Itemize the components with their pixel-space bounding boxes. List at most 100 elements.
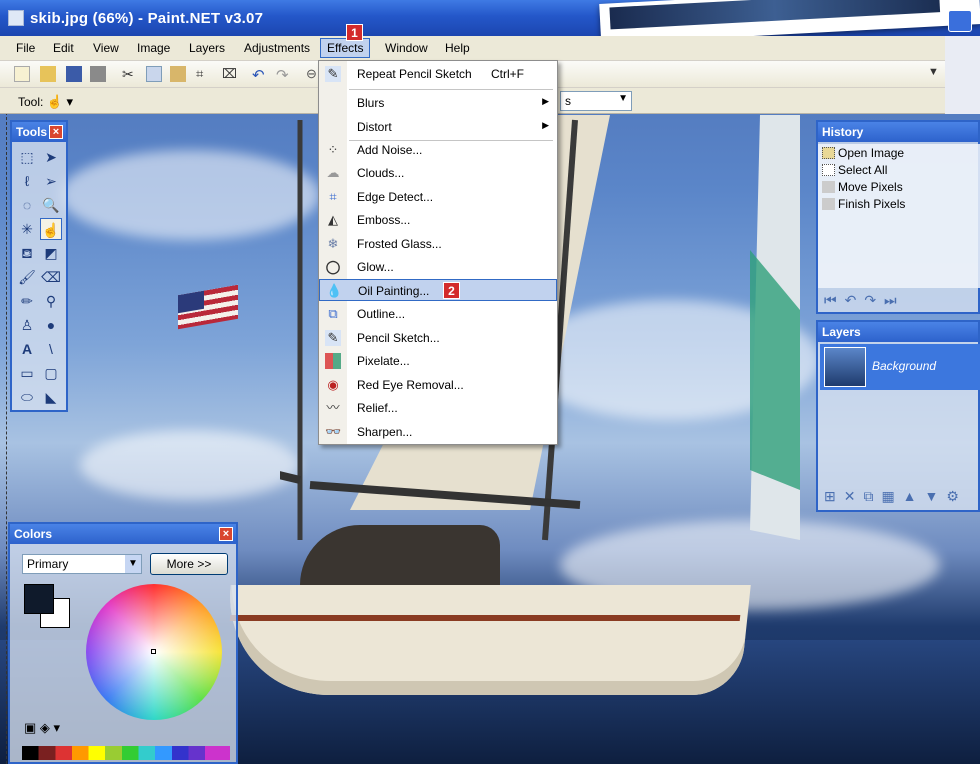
zoom-dropdown[interactable]: s ▼ — [560, 91, 632, 111]
menu-blurs[interactable]: Blurs ▶ — [319, 92, 557, 114]
open-icon[interactable] — [40, 66, 56, 82]
menu-repeat-pencil-sketch[interactable]: ✎ Repeat Pencil Sketch Ctrl+F — [319, 63, 557, 85]
print-icon[interactable] — [90, 66, 106, 82]
menu-pixelate[interactable]: Pixelate... — [319, 350, 557, 372]
colors-panel-title: Colors — [14, 527, 53, 541]
menu-file[interactable]: File — [16, 41, 35, 55]
history-item[interactable]: Finish Pixels — [822, 197, 905, 211]
ellipse-select-icon[interactable]: ◌ — [16, 194, 38, 216]
layers-panel: Layers Background ⊞✕⧉▦▲▼⚙ — [816, 320, 980, 512]
palette-menu-icon[interactable]: ▣ ◈ ▾ — [24, 720, 60, 736]
menu-outline[interactable]: ⧉ Outline... — [319, 303, 557, 325]
text-icon[interactable]: A — [16, 338, 38, 360]
menu-distort[interactable]: Distort ▶ — [319, 116, 557, 138]
ellipse-icon[interactable]: ⬭ — [16, 386, 38, 408]
crop-icon[interactable]: ⌗ — [196, 66, 212, 82]
menu-red-eye-removal[interactable]: ◉ Red Eye Removal... — [319, 374, 557, 396]
history-item[interactable]: Move Pixels — [822, 180, 903, 194]
menu-adjustments[interactable]: Adjustments — [244, 41, 310, 55]
menu-emboss[interactable]: ◭ Emboss... — [319, 209, 557, 231]
menu-oil-painting[interactable]: 💧 Oil Painting... — [319, 279, 557, 301]
layers-controls[interactable]: ⊞✕⧉▦▲▼⚙ — [824, 488, 967, 505]
history-item[interactable]: Open Image — [822, 146, 904, 160]
menu-layers[interactable]: Layers — [189, 41, 225, 55]
pixelate-icon — [325, 353, 341, 369]
new-icon[interactable] — [14, 66, 30, 82]
toolbar-overflow-icon[interactable]: ▼ — [928, 66, 944, 82]
pencil-sketch-icon: ✎ — [325, 330, 341, 346]
move-pixels-icon — [822, 181, 835, 193]
noise-icon: ⁘ — [327, 142, 339, 157]
freeform-shape-icon[interactable]: ◣ — [40, 386, 62, 408]
move-selection-icon[interactable]: ➤ — [40, 146, 62, 168]
color-picker-icon[interactable]: ⚲ — [40, 290, 62, 312]
menu-glow[interactable]: ◯ Glow... — [319, 256, 557, 278]
history-item[interactable]: Select All — [822, 163, 887, 177]
tools-panel-title: Tools — [16, 125, 48, 139]
menu-image[interactable]: Image — [137, 41, 170, 55]
menu-edit[interactable]: Edit — [53, 41, 74, 55]
deselect-icon[interactable]: ⌧ — [222, 66, 238, 82]
copy-icon[interactable] — [146, 66, 162, 82]
close-icon[interactable]: × — [49, 125, 63, 139]
window-button[interactable] — [948, 10, 972, 32]
pan-tool-icon[interactable]: ☝ ▾ — [47, 94, 73, 109]
save-icon[interactable] — [66, 66, 82, 82]
clone-stamp-icon[interactable]: ♙ — [16, 314, 38, 336]
recolor-icon[interactable]: ● — [40, 314, 62, 336]
pencil-sketch-icon: ✎ — [325, 66, 341, 82]
right-panel-strip — [945, 36, 980, 114]
eraser-icon[interactable]: ⌫ — [40, 266, 62, 288]
color-palette-strip[interactable] — [22, 746, 230, 760]
menu-clouds[interactable]: ☁ Clouds... — [319, 162, 557, 184]
sharpen-icon: 👓 — [325, 424, 342, 439]
menu-pencil-sketch[interactable]: ✎ Pencil Sketch... — [319, 327, 557, 349]
menu-edge-detect[interactable]: ⌗ Edge Detect... — [319, 186, 557, 208]
more-button[interactable]: More >> — [150, 553, 228, 575]
menu-view[interactable]: View — [93, 41, 119, 55]
redo-icon[interactable]: ↷ — [276, 66, 292, 84]
history-panel: History Open Image Select All Move Pixel… — [816, 120, 980, 314]
history-list: Open Image Select All Move Pixels Finish… — [818, 144, 980, 288]
menu-help[interactable]: Help — [445, 41, 470, 55]
rounded-rectangle-icon[interactable]: ▢ — [40, 362, 62, 384]
paint-bucket-icon[interactable]: ⛾ — [16, 242, 38, 264]
gradient-icon[interactable]: ◩ — [40, 242, 62, 264]
rectangle-select-icon[interactable]: ⬚ — [16, 146, 38, 168]
menu-sharpen[interactable]: 👓 Sharpen... — [319, 421, 557, 443]
history-controls[interactable]: ⏮↶↷⏭ — [824, 292, 905, 309]
callout-1: 1 — [346, 24, 363, 41]
layers-panel-title: Layers — [822, 325, 861, 339]
pencil-icon[interactable]: ✏ — [16, 290, 38, 312]
open-image-icon — [822, 147, 835, 159]
layer-thumbnail — [824, 347, 866, 387]
menu-bar: File Edit View Image Layers Adjustments … — [0, 36, 945, 61]
effects-menu: ✎ Repeat Pencil Sketch Ctrl+F Blurs ▶ Di… — [318, 60, 558, 445]
relief-icon: 〰 — [326, 400, 340, 415]
tool-label: Tool: ☝ ▾ — [18, 94, 74, 109]
window-title: skib.jpg (66%) - Paint.NET v3.07 — [30, 10, 264, 27]
menu-effects[interactable]: Effects — [320, 38, 371, 58]
magic-wand-icon[interactable]: ✳ — [16, 218, 38, 240]
cut-icon[interactable]: ✂ — [122, 66, 138, 82]
paste-icon[interactable] — [170, 66, 186, 82]
primary-secondary-select[interactable]: Primary ▼ — [22, 554, 142, 574]
glow-icon: ◯ — [325, 259, 341, 274]
close-icon[interactable]: × — [219, 527, 233, 541]
history-panel-title: History — [822, 125, 864, 139]
rectangle-icon[interactable]: ▭ — [16, 362, 38, 384]
lasso-icon[interactable]: ℓ — [16, 170, 38, 192]
color-wheel-cursor[interactable] — [151, 649, 156, 654]
move-selected-icon[interactable]: ➢ — [40, 170, 62, 192]
paintbrush-icon[interactable]: 🖌 — [16, 266, 38, 288]
zoom-icon[interactable]: 🔍 — [40, 194, 62, 216]
menu-relief[interactable]: 〰 Relief... — [319, 397, 557, 419]
line-curve-icon[interactable]: \ — [40, 338, 62, 360]
menu-add-noise[interactable]: ⁘ Add Noise... — [319, 139, 557, 161]
menu-frosted-glass[interactable]: ❄ Frosted Glass... — [319, 233, 557, 255]
menu-window[interactable]: Window — [385, 41, 428, 55]
layer-row[interactable]: Background — [820, 344, 980, 390]
undo-icon[interactable]: ↶ — [252, 66, 268, 84]
primary-color-swatch[interactable] — [24, 584, 54, 614]
pan-icon[interactable]: ☝ — [40, 218, 62, 240]
